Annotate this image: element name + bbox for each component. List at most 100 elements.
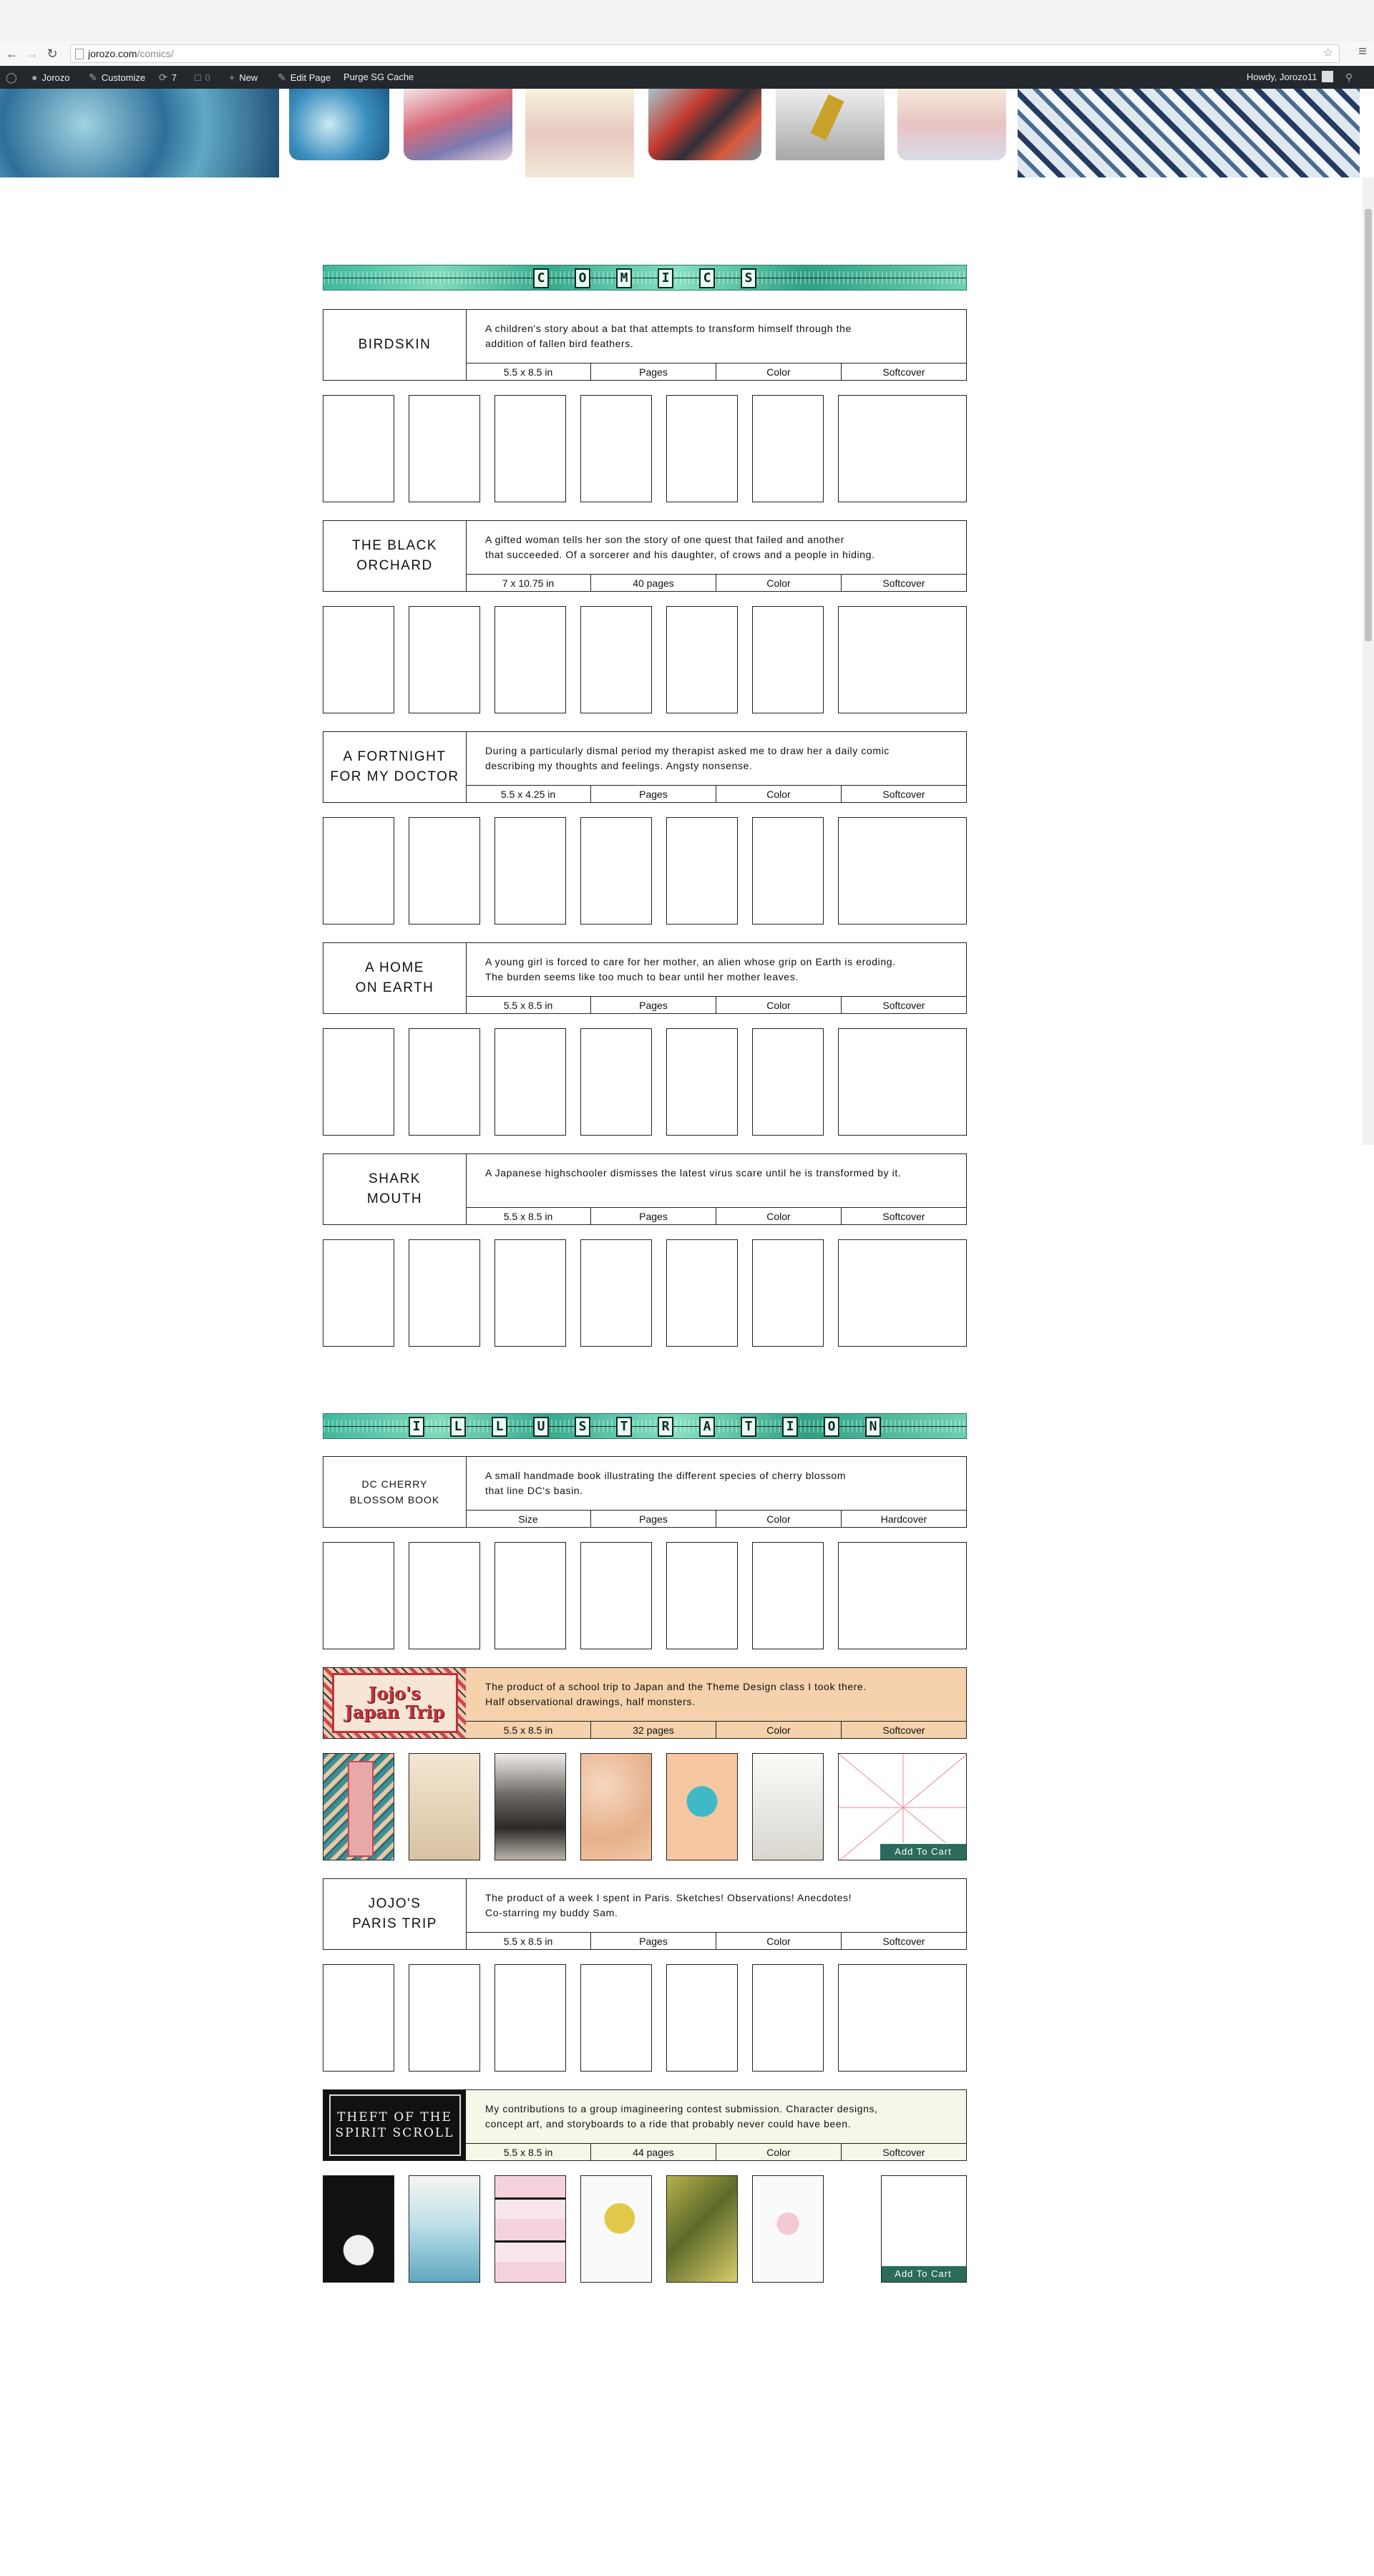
thumbnail[interactable] xyxy=(838,1239,967,1347)
thumbnail[interactable] xyxy=(409,395,480,502)
thumbnail-temple[interactable] xyxy=(494,1753,566,1860)
search-icon[interactable]: ⚲ xyxy=(1345,66,1357,89)
thumbnail-shrine-sketch[interactable] xyxy=(752,1753,824,1860)
thumbnail[interactable] xyxy=(666,817,738,924)
thumbnail[interactable] xyxy=(580,395,652,502)
thumbnail[interactable] xyxy=(752,1028,824,1136)
thumbnail[interactable] xyxy=(409,1239,480,1347)
thumbnail-spirit-figure[interactable] xyxy=(666,1753,738,1860)
thumbnail-cranes[interactable] xyxy=(580,1753,652,1860)
product-title-box[interactable]: THE BLACK ORCHARD xyxy=(323,521,467,591)
thumbnail-character-sketch[interactable] xyxy=(580,2175,652,2283)
back-arrow-icon[interactable]: ← xyxy=(4,46,20,62)
banner-letter: I xyxy=(782,1417,798,1437)
url-path: /comics/ xyxy=(137,48,174,59)
thumbnail[interactable] xyxy=(323,606,394,713)
thumbnail[interactable] xyxy=(666,1542,738,1649)
account-menu[interactable]: Howdy, Jorozo11 xyxy=(1247,66,1333,89)
thumbnail[interactable] xyxy=(838,817,967,924)
thumbnail[interactable] xyxy=(580,1239,652,1347)
product-title-box[interactable]: BIRDSKIN xyxy=(323,310,467,380)
product-thumbnails xyxy=(323,1542,967,1649)
thumbnail[interactable] xyxy=(323,1028,394,1136)
add-to-cart-button[interactable]: Add To Cart xyxy=(880,1843,966,1860)
thumbnail[interactable] xyxy=(666,1028,738,1136)
thumbnail[interactable] xyxy=(580,606,652,713)
wordpress-logo-icon[interactable]: ◯ xyxy=(6,66,21,89)
thumbnail[interactable] xyxy=(752,1964,824,2072)
scrollbar-thumb[interactable] xyxy=(1365,209,1372,641)
product-title-box[interactable]: JOJO'S PARIS TRIP xyxy=(323,1879,467,1949)
thumbnail[interactable] xyxy=(409,606,480,713)
thumbnail-add-to-cart[interactable]: Add To Cart xyxy=(881,2175,967,2283)
thumbnail[interactable] xyxy=(494,1964,566,2072)
thumbnail[interactable] xyxy=(666,606,738,713)
thumbnail[interactable] xyxy=(494,1542,566,1649)
add-to-cart-button[interactable]: Add To Cart xyxy=(882,2265,966,2282)
site-name-link[interactable]: ● Jorozo xyxy=(31,66,70,89)
thumbnail[interactable] xyxy=(752,395,824,502)
thumbnail[interactable] xyxy=(666,1239,738,1347)
product-description: A young girl is forced to care for her m… xyxy=(485,956,896,982)
thumbnail[interactable] xyxy=(323,1964,394,2072)
thumbnail[interactable] xyxy=(494,817,566,924)
edit-page-link[interactable]: ✎ Edit Page xyxy=(278,66,331,89)
thumbnail[interactable] xyxy=(409,1964,480,2072)
thumbnail[interactable] xyxy=(494,1028,566,1136)
thumbnail[interactable] xyxy=(838,1542,967,1649)
thumbnail-pink-storyboard[interactable] xyxy=(494,2175,566,2283)
thumbnail[interactable] xyxy=(752,606,824,713)
new-content-link[interactable]: + New xyxy=(229,66,258,89)
thumbnail-character-lineup[interactable] xyxy=(752,2175,824,2283)
thumbnail-black-cover[interactable] xyxy=(323,2175,394,2283)
thumbnail[interactable] xyxy=(580,817,652,924)
purge-cache-link[interactable]: Purge SG Cache xyxy=(344,66,414,89)
thumbnail[interactable] xyxy=(580,1028,652,1136)
thumbnail[interactable] xyxy=(752,1542,824,1649)
thumbnail-add-to-cart[interactable]: Add To Cart xyxy=(838,1753,967,1860)
customize-link[interactable]: ✎ Customize xyxy=(89,66,145,89)
thumbnail[interactable] xyxy=(666,395,738,502)
product-title: DC CHERRY BLOSSOM BOOK xyxy=(349,1478,440,1506)
thumbnail[interactable] xyxy=(666,1964,738,2072)
japan-trip-logo[interactable]: Jojo's Japan Trip xyxy=(323,1668,466,1738)
thumbnail-blue-scene[interactable] xyxy=(409,2175,480,2283)
forward-arrow-icon[interactable]: → xyxy=(24,46,40,62)
thumbnail[interactable] xyxy=(323,1542,394,1649)
thumbnail[interactable] xyxy=(838,606,967,713)
thumbnail[interactable] xyxy=(838,1964,967,2072)
thumbnail-sketch-building[interactable] xyxy=(409,1753,480,1860)
thumbnail[interactable] xyxy=(323,395,394,502)
thumbnail[interactable] xyxy=(323,1239,394,1347)
thumbnail[interactable] xyxy=(580,1964,652,2072)
thumbnail-cover[interactable] xyxy=(323,1753,394,1860)
thumbnail[interactable] xyxy=(580,1542,652,1649)
thumbnail[interactable] xyxy=(752,817,824,924)
thumbnail[interactable] xyxy=(409,1542,480,1649)
spirit-scroll-logo[interactable]: THEFT OF THE SPIRIT SCROLL xyxy=(323,2090,466,2160)
thumbnail[interactable] xyxy=(494,606,566,713)
thumbnail-green-creature[interactable] xyxy=(666,2175,738,2283)
page-scrollbar[interactable] xyxy=(1363,177,1374,1145)
reload-icon[interactable]: ↻ xyxy=(44,46,60,62)
thumbnail[interactable] xyxy=(752,1239,824,1347)
product-title-box[interactable]: DC CHERRY BLOSSOM BOOK xyxy=(323,1457,467,1527)
comments-link[interactable]: □ 0 xyxy=(195,66,210,89)
product-theft-of-the-spirit-scroll: THEFT OF THE SPIRIT SCROLL My contributi… xyxy=(323,2089,967,2283)
bookmark-star-icon[interactable]: ☆ xyxy=(1323,45,1333,62)
tab-strip xyxy=(0,0,1374,42)
thumbnail[interactable] xyxy=(409,817,480,924)
thumbnail[interactable] xyxy=(409,1028,480,1136)
product-title-box[interactable]: SHARK MOUTH xyxy=(323,1154,467,1224)
comment-icon: □ xyxy=(195,72,201,83)
browser-menu-icon[interactable]: ≡ xyxy=(1355,44,1370,59)
address-bar[interactable]: jorozo.com/comics/ ☆ xyxy=(70,44,1340,63)
product-title-box[interactable]: A HOME ON EARTH xyxy=(323,943,467,1013)
product-title-box[interactable]: A FORTNIGHT FOR MY DOCTOR xyxy=(323,732,467,802)
thumbnail[interactable] xyxy=(838,1028,967,1136)
thumbnail[interactable] xyxy=(494,1239,566,1347)
thumbnail[interactable] xyxy=(323,817,394,924)
thumbnail[interactable] xyxy=(494,395,566,502)
updates-link[interactable]: ⟳ 7 xyxy=(159,66,177,89)
thumbnail[interactable] xyxy=(838,395,967,502)
